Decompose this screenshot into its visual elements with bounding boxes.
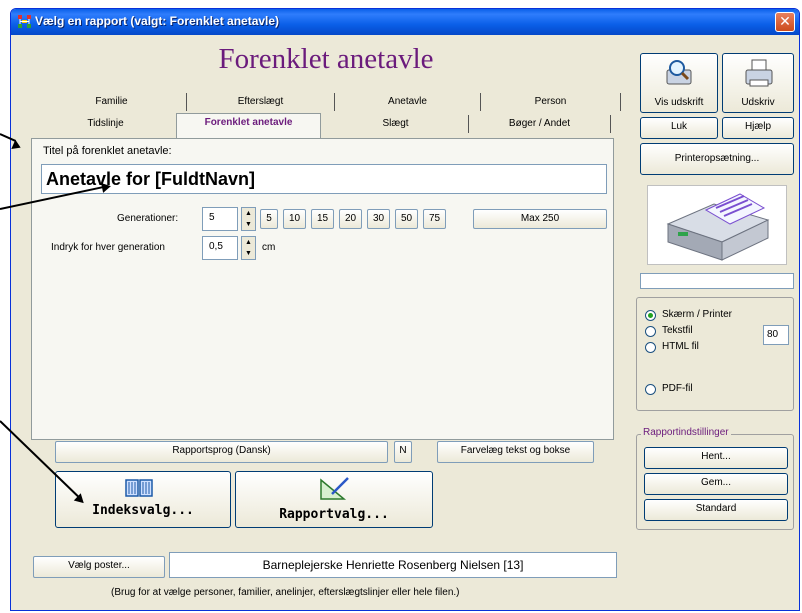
- chevron-up-icon[interactable]: ▲: [242, 208, 255, 219]
- generations-stepper[interactable]: ▲ ▼: [241, 207, 256, 231]
- default-settings-button[interactable]: Standard: [644, 499, 788, 521]
- radio-html-file-label: HTML fil: [662, 341, 699, 352]
- gen-max-button[interactable]: Max 250: [473, 209, 607, 229]
- tab-tidslinje[interactable]: Tidslinje: [31, 115, 181, 133]
- tab-person[interactable]: Person: [481, 93, 621, 111]
- gen-20-button[interactable]: 20: [339, 209, 362, 229]
- book-icon: [125, 479, 153, 497]
- report-dialog: Vælg en rapport (valgt: Forenklet anetav…: [10, 8, 800, 611]
- arrow-head-icon: [101, 181, 112, 193]
- generations-input[interactable]: 5: [202, 207, 238, 231]
- fetch-settings-button[interactable]: Hent...: [644, 447, 788, 469]
- preview-button[interactable]: Vis udskrift: [640, 53, 718, 113]
- tab-anetavle[interactable]: Anetavle: [335, 93, 481, 111]
- title-field-label: Titel på forenklet anetavle:: [43, 145, 172, 157]
- close-button[interactable]: Luk: [640, 117, 718, 139]
- tab-slaegt[interactable]: Slægt: [323, 115, 469, 133]
- selected-person-field: Barneplejerske Henriette Rosenberg Niels…: [169, 552, 617, 578]
- chevron-down-icon[interactable]: ▼: [242, 219, 255, 230]
- gen-50-button[interactable]: 50: [395, 209, 418, 229]
- preview-label: Vis udskrift: [654, 97, 704, 108]
- report-settings-title: Rapportindstillinger: [641, 427, 731, 438]
- tab-efterslaegt[interactable]: Efterslægt: [187, 93, 335, 111]
- app-icon: [18, 15, 31, 28]
- printer-illustration: [647, 185, 787, 265]
- gen-15-button[interactable]: 15: [311, 209, 334, 229]
- help-button[interactable]: Hjælp: [722, 117, 794, 139]
- print-button[interactable]: Udskriv: [722, 53, 794, 113]
- radio-html-file[interactable]: [645, 342, 656, 353]
- report-language-button[interactable]: Rapportsprog (Dansk): [55, 441, 388, 463]
- select-hint: (Brug for at vælge personer, familier, a…: [111, 587, 460, 598]
- radio-screen-printer[interactable]: [645, 310, 656, 321]
- window-title: Vælg en rapport (valgt: Forenklet anetav…: [35, 14, 280, 28]
- indent-stepper[interactable]: ▲ ▼: [241, 236, 256, 260]
- magnifier-icon: [666, 60, 692, 85]
- generations-label: Generationer:: [117, 213, 179, 224]
- text-width-input[interactable]: 80: [763, 325, 789, 345]
- chevron-up-icon[interactable]: ▲: [242, 237, 255, 248]
- radio-pdf-file-label: PDF-fil: [662, 383, 693, 394]
- printer-icon: [745, 59, 773, 87]
- tab-familie[interactable]: Familie: [37, 93, 187, 111]
- progress-bar: [640, 273, 794, 289]
- page-title: Forenklet anetavle: [218, 43, 434, 75]
- title-bar[interactable]: Vælg en rapport (valgt: Forenklet anetav…: [11, 9, 799, 35]
- title-input[interactable]: Anetavle for [FuldtNavn]: [41, 164, 607, 194]
- indent-label: Indryk for hver generation: [51, 242, 165, 253]
- radio-text-file[interactable]: [645, 326, 656, 337]
- radio-text-file-label: Tekstfil: [662, 325, 693, 336]
- tab-boeger-andet[interactable]: Bøger / Andet: [469, 115, 611, 133]
- color-text-button[interactable]: Farvelæg tekst og bokse: [437, 441, 594, 463]
- radio-screen-printer-label: Skærm / Printer: [662, 309, 733, 320]
- gen-10-button[interactable]: 10: [283, 209, 306, 229]
- select-records-button[interactable]: Vælg poster...: [33, 556, 165, 578]
- tab-forenklet-anetavle[interactable]: Forenklet anetavle: [176, 113, 321, 139]
- report-options-label: Rapportvalg...: [279, 507, 389, 522]
- indent-unit: cm: [262, 242, 276, 253]
- printer-setup-button[interactable]: Printeropsætning...: [640, 143, 794, 175]
- indent-input[interactable]: 0,5: [202, 236, 238, 260]
- report-options-button[interactable]: Rapportvalg...: [235, 471, 433, 528]
- ruler-icon: [320, 477, 349, 500]
- save-settings-button[interactable]: Gem...: [644, 473, 788, 495]
- radio-pdf-file[interactable]: [645, 384, 656, 395]
- chevron-down-icon[interactable]: ▼: [242, 248, 255, 259]
- gen-30-button[interactable]: 30: [367, 209, 390, 229]
- gen-5-button[interactable]: 5: [260, 209, 278, 229]
- print-label: Udskriv: [741, 97, 775, 108]
- close-window-button[interactable]: ✕: [775, 12, 795, 32]
- n-button[interactable]: N: [394, 441, 412, 463]
- gen-75-button[interactable]: 75: [423, 209, 446, 229]
